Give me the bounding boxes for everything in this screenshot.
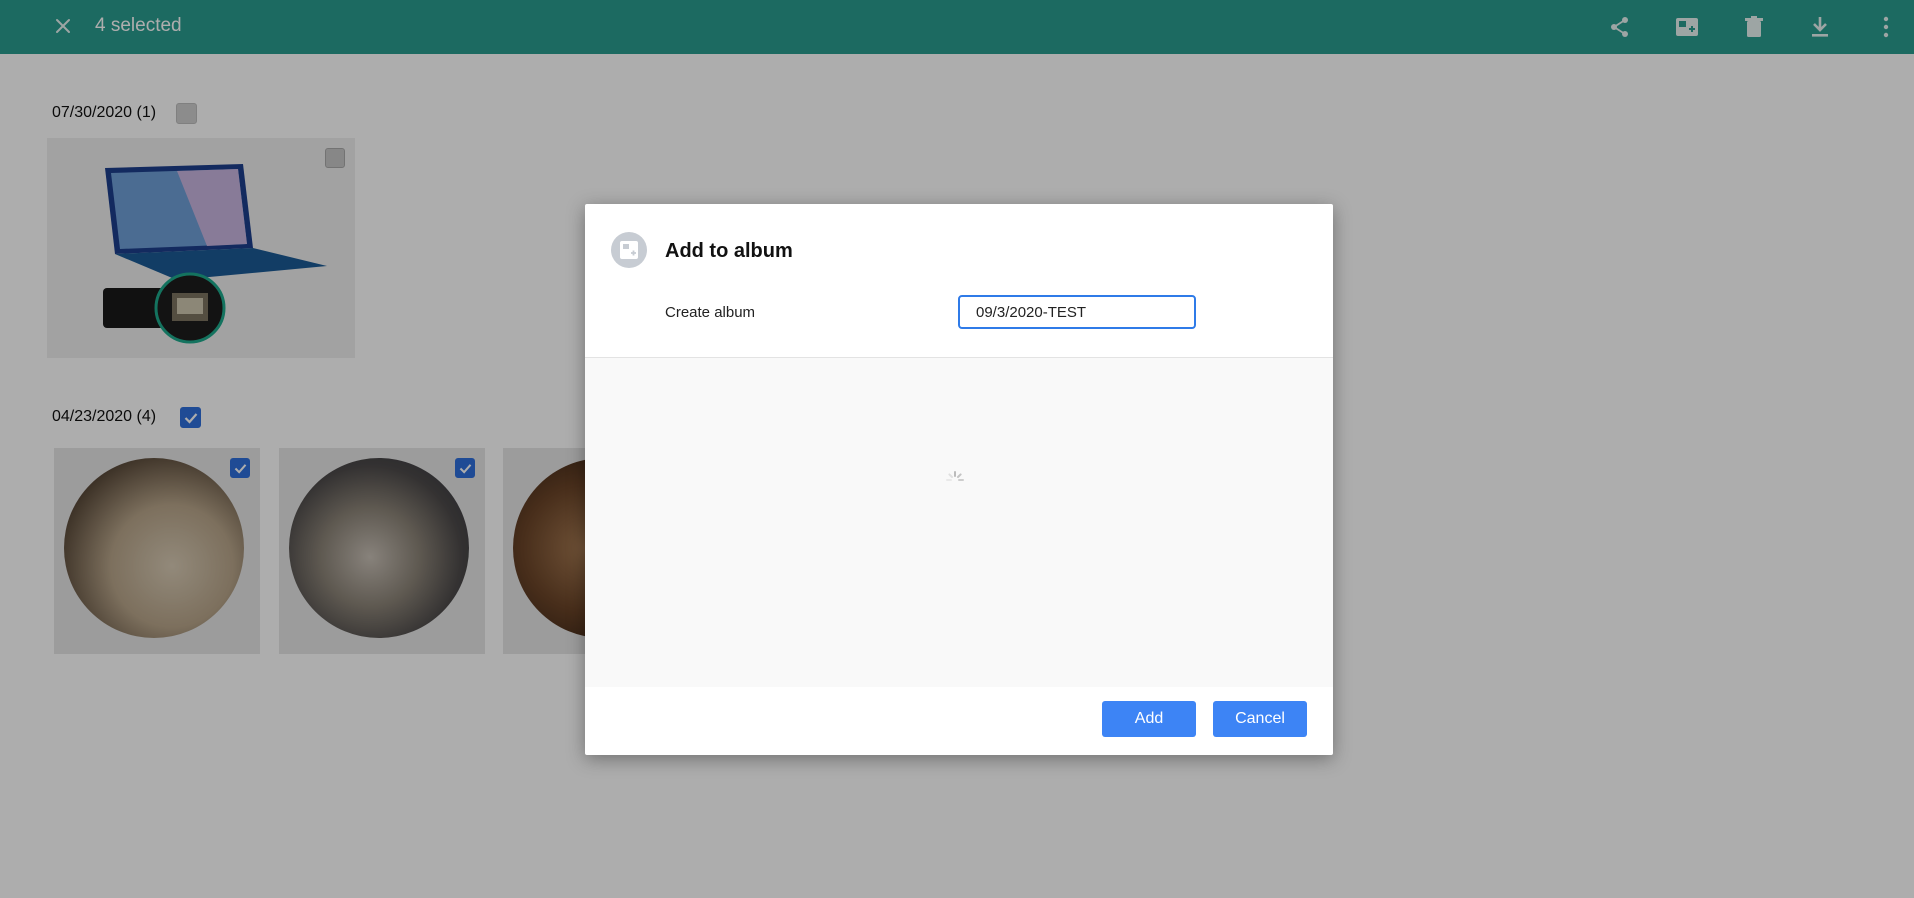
dialog-title: Add to album	[665, 240, 793, 262]
add-to-album-icon	[620, 241, 638, 259]
album-icon-badge	[611, 232, 647, 268]
add-button[interactable]: Add	[1102, 701, 1196, 737]
album-name-input[interactable]	[958, 295, 1196, 329]
loading-spinner-icon	[946, 471, 964, 481]
add-to-album-dialog: Add to album Create album Add Cancel	[585, 204, 1333, 755]
album-list-area	[585, 357, 1333, 687]
cancel-button[interactable]: Cancel	[1213, 701, 1307, 737]
create-album-label: Create album	[665, 304, 756, 321]
